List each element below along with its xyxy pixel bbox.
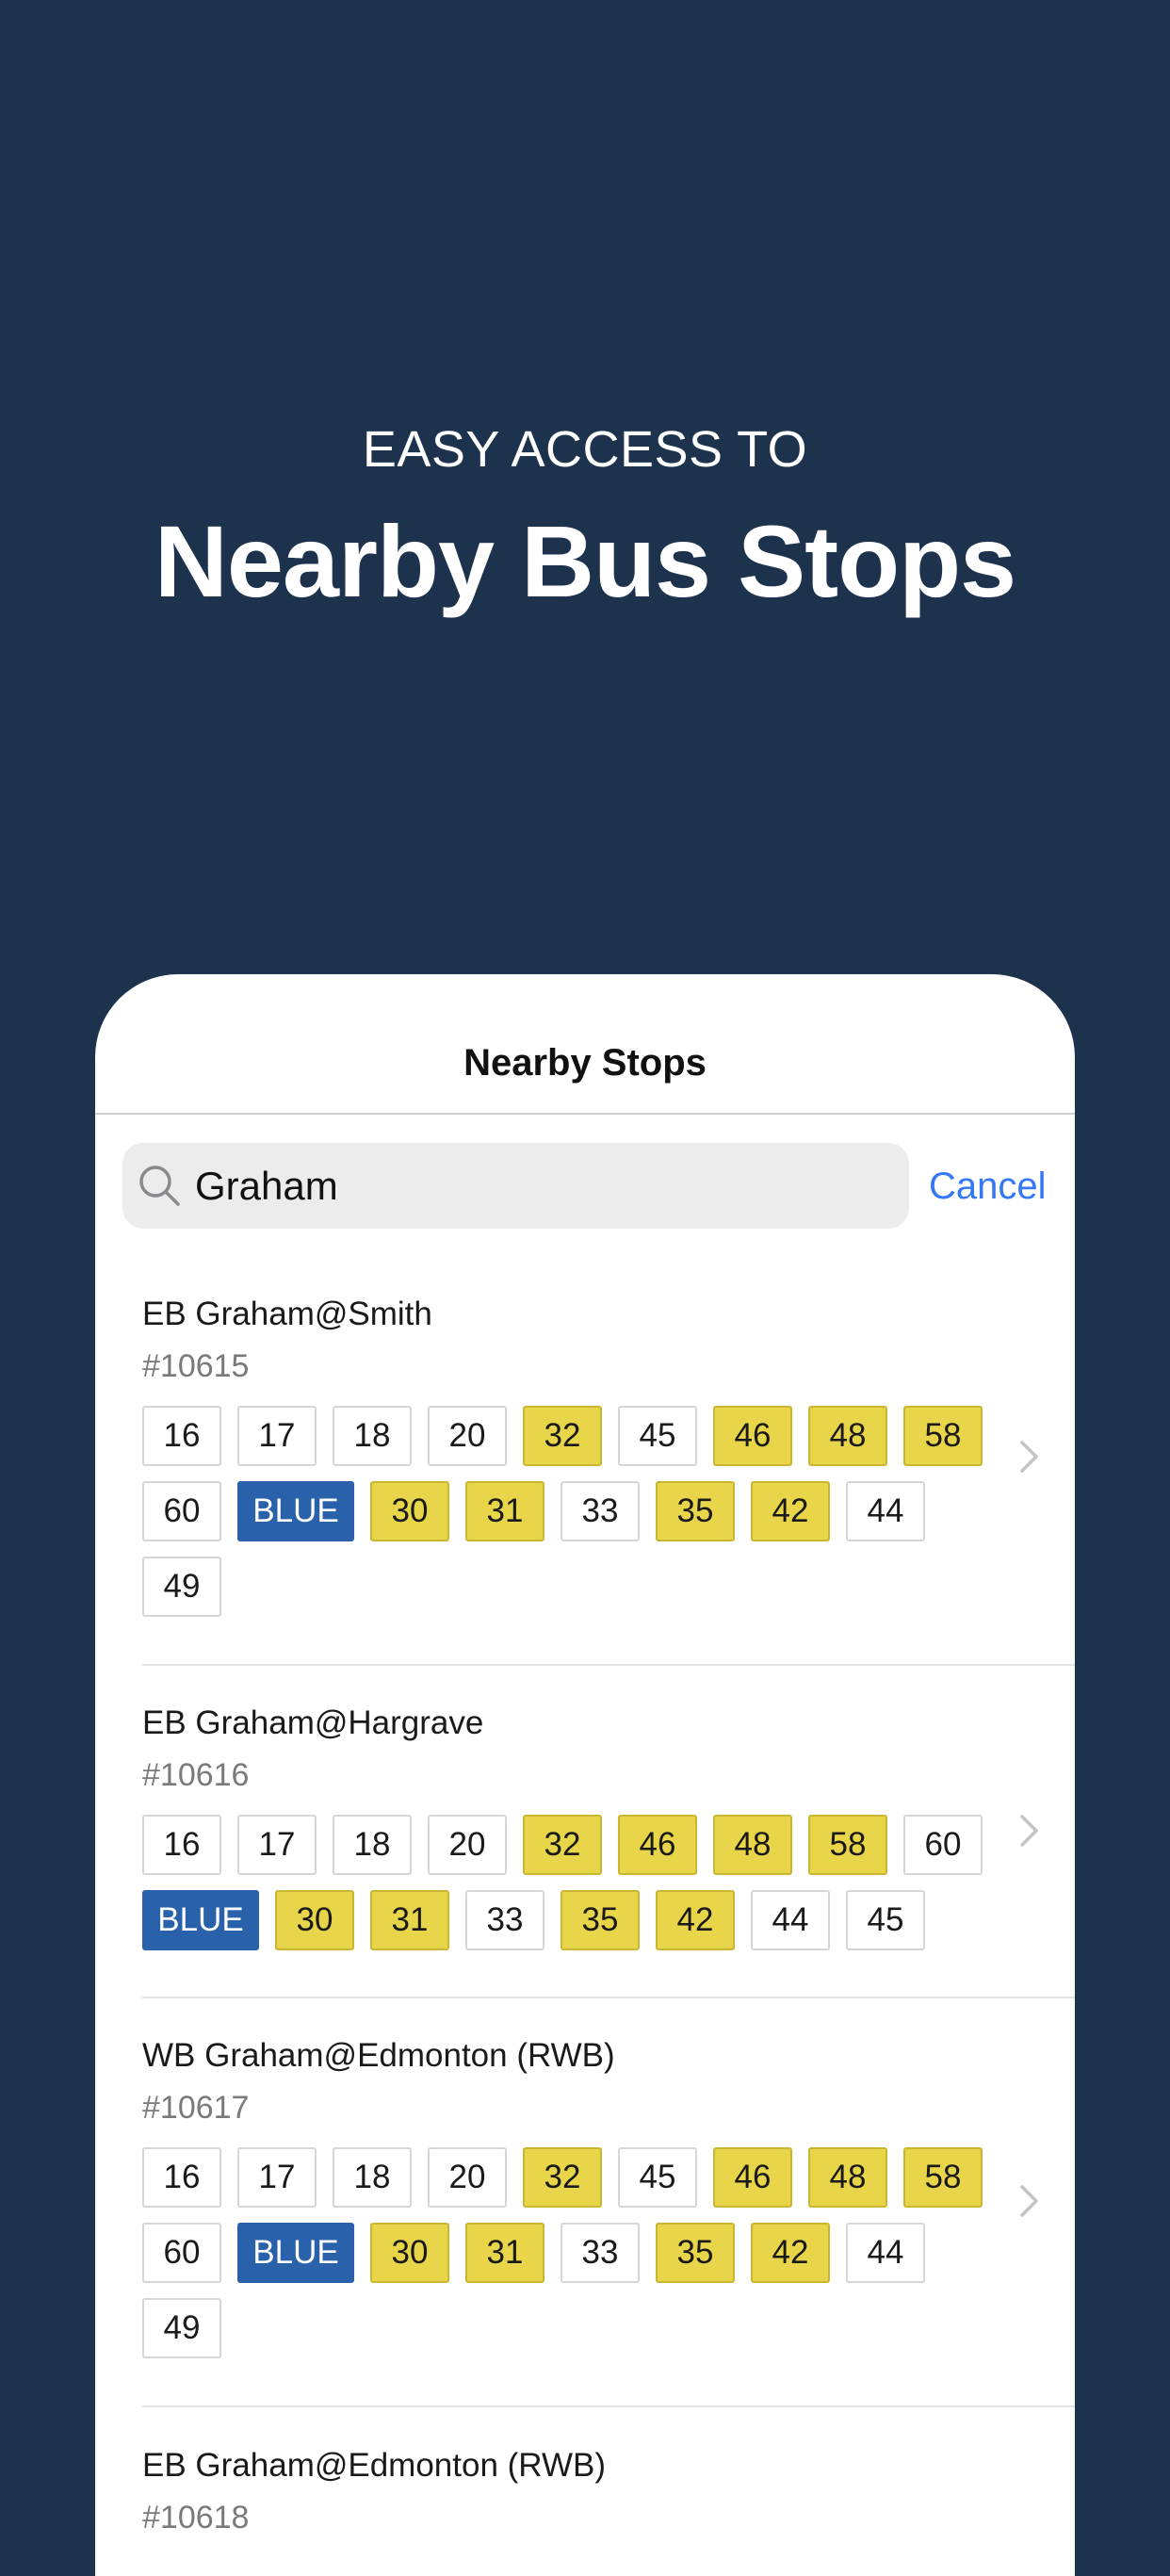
route-badge: 58 [903, 2147, 983, 2208]
route-badge: 30 [370, 2223, 449, 2283]
chevron-right-icon [1020, 2185, 1038, 2217]
route-badge: 18 [333, 2147, 412, 2208]
route-badge: 17 [237, 2147, 317, 2208]
route-badge: 20 [428, 1815, 507, 1875]
route-badge: BLUE [237, 1481, 354, 1541]
search-icon [139, 1166, 180, 1206]
stop-name: EB Graham@Edmonton (RWB) [142, 2447, 606, 2484]
route-badge: 49 [142, 2298, 221, 2358]
stop-number: #10617 [142, 2090, 250, 2126]
route-badge: 44 [846, 2223, 925, 2283]
route-badge: 20 [428, 1406, 507, 1466]
route-badge: 60 [142, 2223, 221, 2283]
route-badge: 18 [333, 1406, 412, 1466]
route-badge: 31 [465, 1481, 544, 1541]
route-badge: 35 [656, 1481, 735, 1541]
route-badges: 16 17 18 20 32 45 46 48 58 60 BLUE 30 31 33 35 42 44 49 [142, 2147, 1009, 2358]
route-badge: 17 [237, 1406, 317, 1466]
route-badge: 42 [751, 2223, 830, 2283]
route-badge: 16 [142, 1406, 221, 1466]
route-badge: 44 [751, 1890, 830, 1950]
route-badge: 33 [465, 1890, 544, 1950]
search-bar[interactable] [122, 1143, 909, 1229]
nav-divider [95, 1113, 1075, 1115]
route-badge: 31 [465, 2223, 544, 2283]
screen-title: Nearby Stops [463, 1042, 707, 1084]
route-badge: 58 [808, 1815, 887, 1875]
route-badge: 32 [523, 1815, 602, 1875]
route-badge: 17 [237, 1815, 317, 1875]
route-badge: 45 [618, 1406, 697, 1466]
stop-name: EB Graham@Smith [142, 1296, 432, 1332]
hero-subtitle: EASY ACCESS TO [362, 421, 808, 478]
route-badge: 48 [713, 1815, 792, 1875]
stop-name: WB Graham@Edmonton (RWB) [142, 2037, 615, 2074]
chevron-right-icon [1020, 1441, 1038, 1473]
route-badge: 30 [370, 1481, 449, 1541]
stop-number: #10618 [142, 2500, 250, 2535]
route-badge: 35 [656, 2223, 735, 2283]
route-badge: BLUE [237, 2223, 354, 2283]
route-badge: 20 [428, 2147, 507, 2208]
row-divider [142, 1997, 1075, 1998]
route-badge: 46 [618, 1815, 697, 1875]
route-badge: 18 [333, 1815, 412, 1875]
phone-screen: Nearby Stops Cancel EB Graham@Smith #1061… [95, 974, 1075, 2576]
route-badge: 49 [142, 1557, 221, 1617]
route-badge: 16 [142, 2147, 221, 2208]
route-badge: 32 [523, 1406, 602, 1466]
route-badges: 16 17 18 20 32 46 48 58 60 BLUE 30 31 33 35 42 44 45 [142, 1815, 1009, 1950]
hero-title: Nearby Bus Stops [154, 504, 1016, 618]
route-badge: 44 [846, 1481, 925, 1541]
route-badge: 60 [142, 1481, 221, 1541]
route-badge: 32 [523, 2147, 602, 2208]
route-badge: 46 [713, 2147, 792, 2208]
route-badge: 42 [751, 1481, 830, 1541]
route-badge: 33 [561, 2223, 640, 2283]
search-input[interactable] [195, 1143, 892, 1229]
route-badge: 46 [713, 1406, 792, 1466]
chevron-right-icon [1020, 1815, 1038, 1847]
route-badge: 31 [370, 1890, 449, 1950]
route-badge: 45 [618, 2147, 697, 2208]
route-badge: 58 [903, 1406, 983, 1466]
route-badge: BLUE [142, 1890, 259, 1950]
route-badge: 45 [846, 1890, 925, 1950]
route-badge: 48 [808, 1406, 887, 1466]
route-badge: 48 [808, 2147, 887, 2208]
stop-number: #10616 [142, 1757, 250, 1793]
row-divider [142, 1664, 1075, 1666]
stop-number: #10615 [142, 1348, 250, 1384]
stop-name: EB Graham@Hargrave [142, 1704, 484, 1741]
route-badge: 42 [656, 1890, 735, 1950]
route-badge: 16 [142, 1815, 221, 1875]
route-badge: 35 [561, 1890, 640, 1950]
route-badge: 30 [275, 1890, 354, 1950]
row-divider [142, 2405, 1075, 2407]
route-badge: 60 [903, 1815, 983, 1875]
route-badges: 16 17 18 20 32 45 46 48 58 60 BLUE 30 31 33 35 42 44 49 [142, 1406, 1009, 1617]
cancel-button[interactable]: Cancel [929, 1153, 1047, 1219]
route-badge: 33 [561, 1481, 640, 1541]
